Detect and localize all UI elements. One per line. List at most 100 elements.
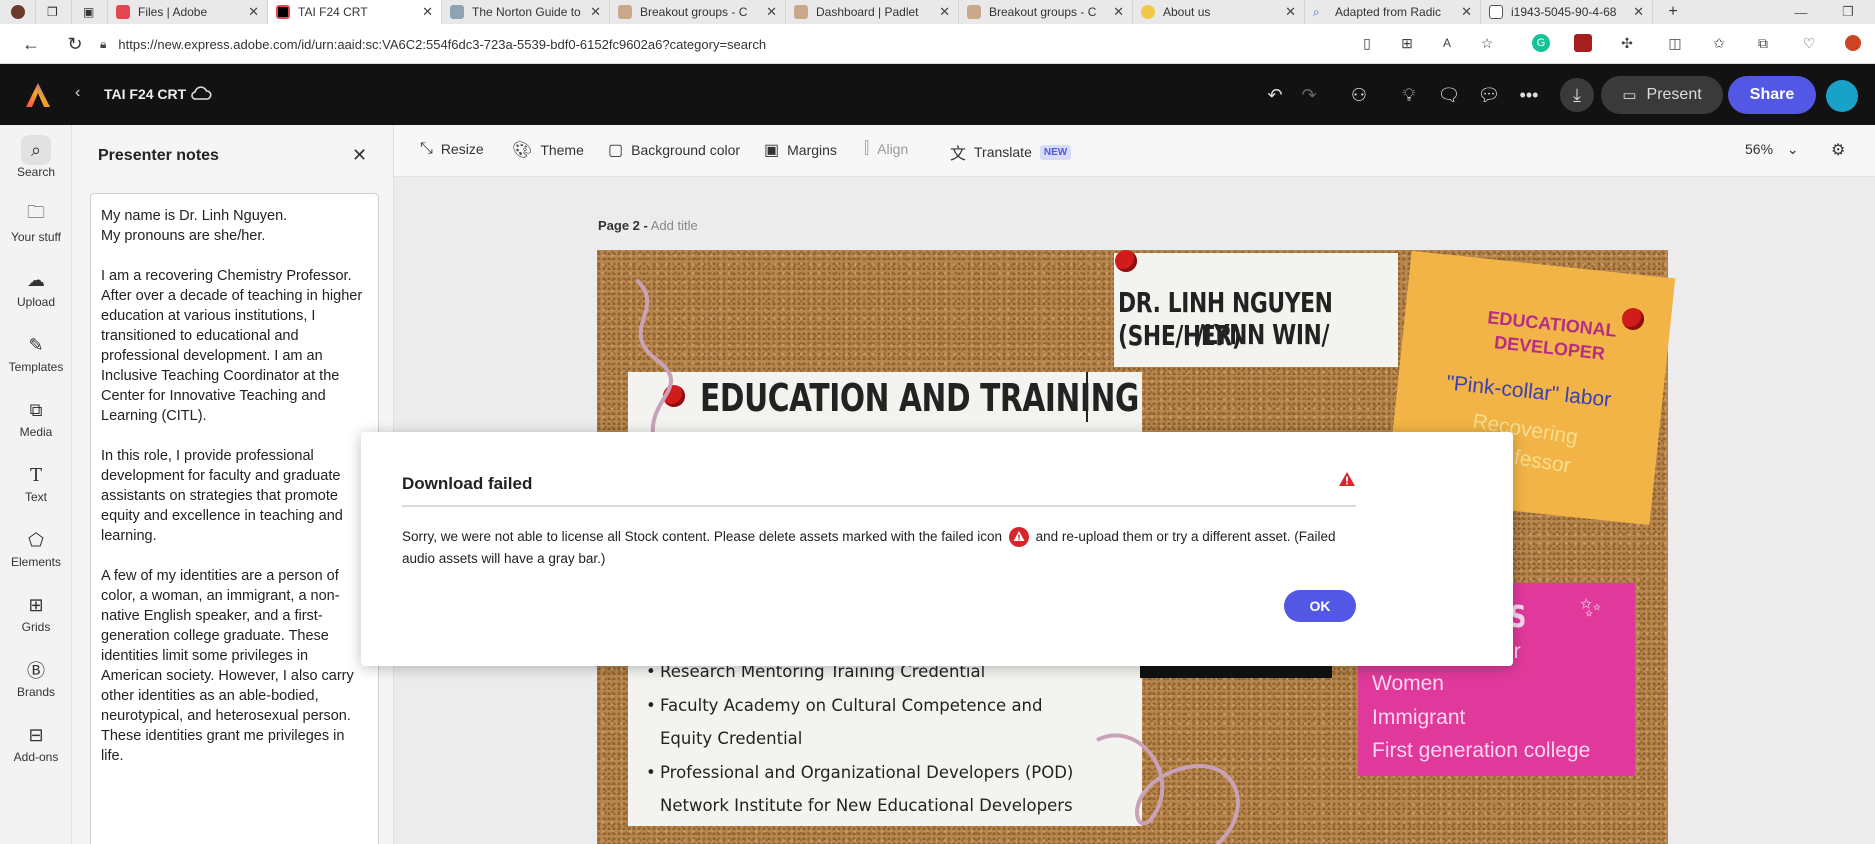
more-options-button[interactable]: ••• — [1514, 80, 1544, 110]
tab-tai-f24-crt[interactable]: TAI F24 CRT ✕ — [268, 0, 442, 24]
calendar-extension-icon — [1574, 34, 1592, 52]
invite-button[interactable]: ⚇ — [1344, 80, 1374, 110]
undo-button[interactable]: ↶ — [1260, 80, 1290, 110]
express-top-bar: ‹ TAI F24 CRT ↶ ↷ ⚇ 💡︎ 🗨︎ 💬︎ ••• ⤓ ▭ Pre… — [0, 64, 1875, 125]
tab-files-adobe[interactable]: Files | Adobe ✕ — [108, 0, 268, 24]
copilot-icon — [1845, 35, 1861, 51]
tab-label: Breakout groups - C — [989, 5, 1097, 19]
tab-label: About us — [1163, 5, 1211, 19]
tab-label: i1943-5045-90-4-68 — [1511, 5, 1617, 19]
tab-label: The Norton Guide to — [472, 5, 581, 19]
maximize-icon: ❐ — [1842, 4, 1854, 19]
lightbulb-icon: 💡︎ — [1402, 84, 1416, 105]
new-tab-button[interactable]: + — [1653, 0, 1693, 24]
workspaces-button[interactable]: ❐ — [36, 0, 72, 24]
close-icon[interactable]: ✕ — [422, 4, 433, 20]
url-field[interactable]: 🔒︎ https://new.express.adobe.com/id/urn:… — [100, 29, 1360, 59]
grammarly-extension[interactable]: G — [1530, 32, 1552, 54]
ideas-button[interactable]: 💡︎ — [1394, 80, 1424, 110]
redo-icon: ↷ — [1301, 84, 1317, 105]
tab-pdf-document[interactable]: i1943-5045-90-4-68 ✕ — [1481, 0, 1653, 24]
present-button[interactable]: ▭ Present — [1601, 76, 1723, 114]
tab-actions-button[interactable]: ▣ — [72, 0, 108, 24]
close-icon[interactable]: ✕ — [248, 4, 259, 20]
search-icon: ⌕ — [1313, 5, 1320, 19]
padlet-icon — [967, 5, 981, 19]
tab-padlet-dashboard[interactable]: Dashboard | Padlet ✕ — [786, 0, 959, 24]
comment-icon: 🗨︎ — [1437, 84, 1461, 105]
extension-calendar[interactable] — [1572, 32, 1594, 54]
favorite-button[interactable]: ☆ — [1476, 32, 1498, 54]
tab-adapted-from[interactable]: ⌕ Adapted from Radic ✕ — [1305, 0, 1481, 24]
extensions-button[interactable]: ✣ — [1616, 32, 1638, 54]
heart-pulse-icon: ♡ — [1802, 34, 1816, 51]
refresh-button[interactable]: ↻ — [60, 29, 90, 59]
favorites-button[interactable]: ✩ — [1708, 32, 1730, 54]
dialog-message: Sorry, we were not able to license all S… — [402, 526, 1362, 570]
comments-button[interactable]: 🗨︎ — [1434, 80, 1464, 110]
smiley-icon — [1141, 5, 1155, 19]
profile-avatar-icon — [11, 5, 25, 19]
split-screen-button[interactable]: ◫ — [1664, 32, 1686, 54]
copilot-button[interactable] — [1842, 32, 1864, 54]
split-screen-icon: ◫ — [1668, 34, 1682, 51]
profile-button[interactable] — [0, 0, 36, 24]
plus-icon: + — [1668, 3, 1678, 20]
tab-breakout-groups-1[interactable]: Breakout groups - C ✕ — [610, 0, 786, 24]
present-label: Present — [1646, 86, 1702, 103]
share-button[interactable]: Share — [1728, 76, 1816, 114]
grammarly-icon: G — [1532, 34, 1550, 52]
close-icon[interactable]: ✕ — [1633, 4, 1644, 20]
notes-bubble-icon: 💬︎ — [1477, 84, 1501, 105]
url-text: https://new.express.adobe.com/id/urn:aai… — [118, 36, 767, 52]
alert-triangle-icon — [1339, 472, 1355, 486]
close-icon[interactable]: ✕ — [1461, 4, 1472, 20]
lock-icon: 🔒︎ — [100, 36, 107, 51]
minimize-button[interactable]: — — [1783, 0, 1819, 24]
browser-essentials-button[interactable]: ♡ — [1798, 32, 1820, 54]
download-icon: ⤓ — [1573, 84, 1581, 105]
document-icon — [1489, 5, 1503, 19]
download-failed-dialog: Download failed Sorry, we were not able … — [361, 432, 1513, 666]
back-button[interactable]: ← — [16, 29, 46, 59]
padlet-icon — [618, 5, 632, 19]
minimize-icon: — — [1794, 4, 1808, 20]
cloud-sync-icon — [191, 86, 212, 100]
reader-view-button[interactable]: ▯ — [1356, 32, 1378, 54]
presenter-notes-button[interactable]: 💬︎ — [1474, 80, 1504, 110]
redo-button[interactable]: ↷ — [1294, 80, 1324, 110]
more-horizontal-icon: ••• — [1519, 84, 1539, 105]
back-arrow-icon: ← — [22, 33, 40, 54]
padlet-icon — [794, 5, 808, 19]
tab-breakout-groups-2[interactable]: Breakout groups - C ✕ — [959, 0, 1133, 24]
tab-actions-icon: ▣ — [83, 5, 95, 19]
app-available-button[interactable]: ⊞ — [1396, 32, 1418, 54]
workspaces-icon: ❐ — [47, 5, 58, 19]
app-install-icon: ⊞ — [1401, 34, 1413, 51]
dialog-message-part-1: Sorry, we were not able to license all S… — [402, 529, 1003, 544]
adobe-express-logo-icon[interactable] — [25, 82, 51, 108]
ok-button[interactable]: OK — [1284, 590, 1356, 622]
present-icon: ▭ — [1622, 87, 1637, 104]
close-icon[interactable]: ✕ — [590, 4, 601, 20]
read-aloud-button[interactable]: A — [1436, 32, 1458, 54]
reader-icon: ▯ — [1363, 34, 1371, 51]
tab-about-us[interactable]: About us ✕ — [1133, 0, 1305, 24]
favorites-icon: ✩ — [1713, 34, 1725, 51]
document-title[interactable]: TAI F24 CRT — [104, 86, 186, 102]
back-chevron-icon[interactable]: ‹ — [75, 84, 80, 102]
tab-label: Adapted from Radic — [1335, 5, 1442, 19]
close-icon[interactable]: ✕ — [939, 4, 950, 20]
close-icon[interactable]: ✕ — [1285, 4, 1296, 20]
refresh-icon: ↻ — [67, 33, 83, 54]
adobe-express-icon — [276, 5, 290, 19]
tab-norton-guide[interactable]: The Norton Guide to ✕ — [442, 0, 610, 24]
close-icon[interactable]: ✕ — [766, 4, 777, 20]
download-button[interactable]: ⤓ — [1560, 78, 1594, 112]
dialog-title: Download failed — [402, 474, 533, 493]
close-icon[interactable]: ✕ — [1113, 4, 1124, 20]
collections-button[interactable]: ⧉ — [1752, 32, 1774, 54]
tab-label: Breakout groups - C — [640, 5, 748, 19]
user-avatar[interactable] — [1826, 80, 1858, 112]
maximize-button[interactable]: ❐ — [1830, 0, 1866, 24]
